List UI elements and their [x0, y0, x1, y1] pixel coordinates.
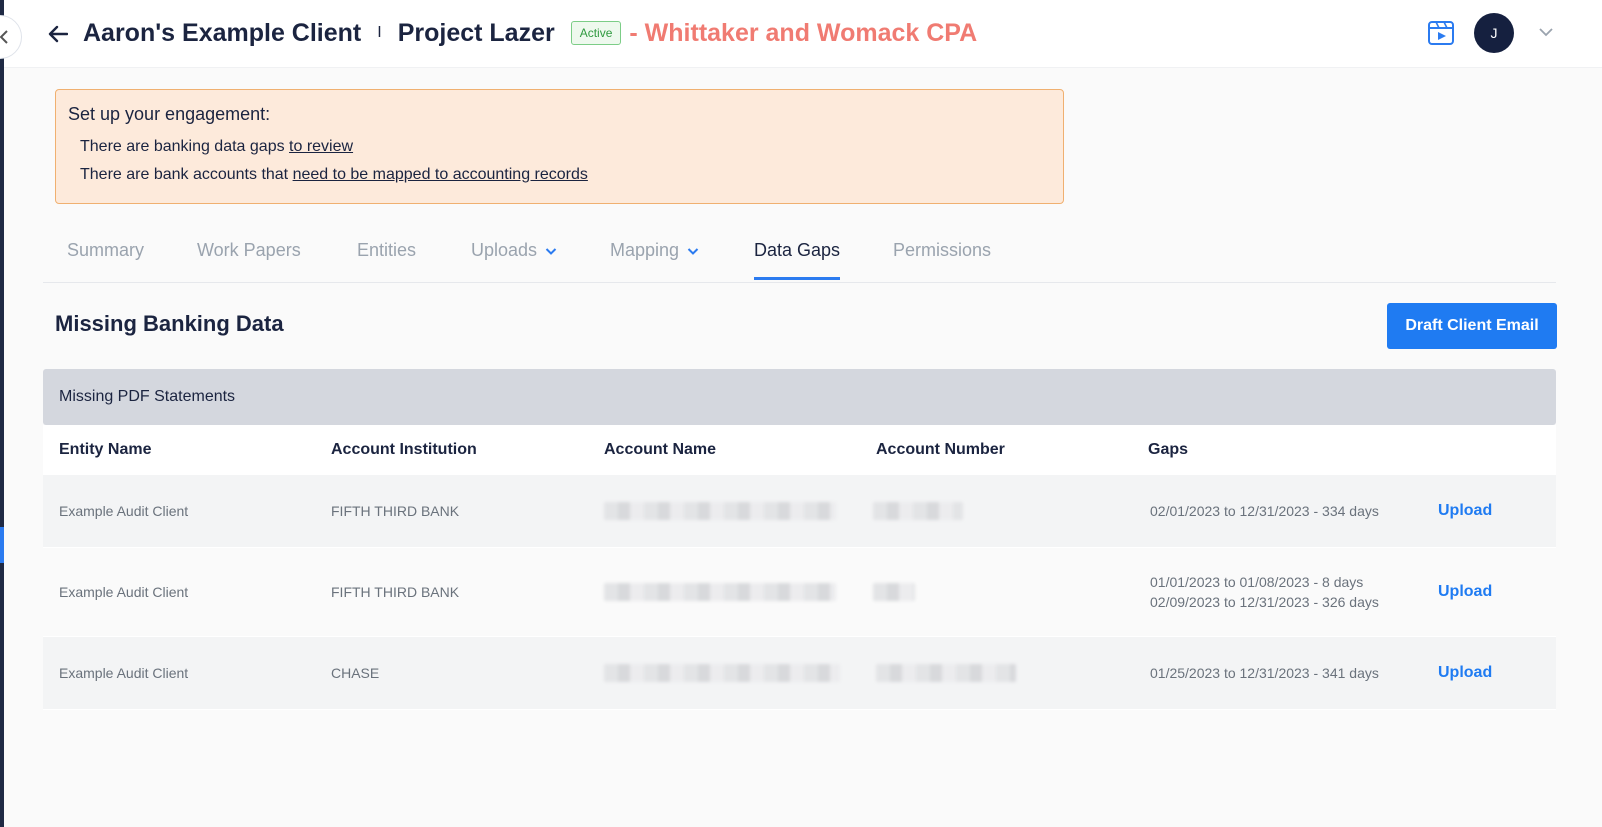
tab-bar: Summary Work Papers Entities Uploads Map…: [43, 228, 1556, 283]
setup-alert-line-data-gaps: There are banking data gaps to review: [80, 133, 1051, 161]
tab-uploads[interactable]: Uploads: [471, 240, 557, 277]
account-name-redacted: [604, 583, 836, 601]
institution-cell: CHASE: [331, 665, 380, 681]
account-number-redacted: [876, 664, 1016, 682]
tab-label: Mapping: [610, 240, 680, 260]
setup-alert-title: Set up your engagement:: [68, 104, 271, 124]
tab-label: Work Papers: [197, 240, 301, 260]
video-icon: [1428, 21, 1454, 45]
draft-client-email-button[interactable]: Draft Client Email: [1387, 303, 1557, 349]
column-header-account-name: Account Name: [604, 441, 717, 458]
upload-link[interactable]: Upload: [1438, 664, 1492, 682]
tab-label: Entities: [357, 240, 417, 260]
setup-line-text: There are banking data gaps: [80, 138, 290, 155]
left-rail: [0, 0, 4, 827]
status-badge: Active: [570, 21, 622, 45]
title-separator: I: [377, 24, 382, 41]
institution-cell: FIFTH THIRD BANK: [331, 584, 460, 600]
top-bar: Aaron's Example Client I Project Lazer A…: [4, 0, 1602, 68]
column-header-account-institution: Account Institution: [331, 441, 477, 458]
account-name-redacted: [604, 664, 840, 682]
account-number-redacted: [873, 583, 915, 601]
tab-mapping[interactable]: Mapping: [610, 240, 699, 277]
setup-line-text: There are bank accounts that: [80, 166, 293, 183]
tab-summary[interactable]: Summary: [67, 240, 144, 277]
account-number-redacted: [873, 502, 963, 520]
client-name: Aaron's Example Client: [83, 18, 362, 47]
tab-label: Uploads: [471, 240, 538, 260]
upload-link[interactable]: Upload: [1438, 502, 1492, 520]
column-header-account-number: Account Number: [876, 441, 1005, 458]
firm-name: - Whittaker and Womack CPA: [629, 18, 978, 47]
review-data-gaps-link[interactable]: to review: [289, 138, 353, 155]
entity-name-cell: Example Audit Client: [59, 503, 189, 519]
video-tutorial-button[interactable]: [1427, 19, 1455, 47]
gap-range: 01/01/2023 to 01/08/2023 - 8 days: [1150, 574, 1364, 590]
chevron-down-icon: [545, 247, 557, 255]
back-button[interactable]: [44, 20, 72, 48]
institution-cell: FIFTH THIRD BANK: [331, 503, 460, 519]
gap-range: 02/01/2023 to 12/31/2023 - 334 days: [1150, 503, 1379, 519]
chevron-left-icon: [0, 30, 8, 44]
map-accounts-link[interactable]: need to be mapped to accounting records: [293, 166, 588, 183]
gaps-cell: 01/01/2023 to 01/08/2023 - 8 days 02/09/…: [1150, 572, 1390, 612]
arrow-left-icon: [48, 25, 68, 43]
project-name: Project Lazer: [397, 18, 555, 47]
tab-label: Data Gaps: [754, 240, 841, 260]
entity-name-cell: Example Audit Client: [59, 665, 189, 681]
avatar[interactable]: J: [1474, 13, 1514, 53]
section-title: Missing Banking Data: [55, 311, 284, 336]
user-menu-toggle[interactable]: [1538, 24, 1554, 40]
table-row: Example Audit Client FIFTH THIRD BANK 01…: [43, 548, 1556, 637]
entity-name-cell: Example Audit Client: [59, 584, 189, 600]
chevron-down-icon: [687, 247, 699, 255]
tab-permissions[interactable]: Permissions: [893, 240, 991, 277]
setup-alert-line-mapping: There are bank accounts that need to be …: [80, 161, 1051, 189]
table-row: Example Audit Client CHASE 01/25/2023 to…: [43, 637, 1556, 710]
gaps-cell: 01/25/2023 to 12/31/2023 - 341 days: [1150, 663, 1390, 683]
tab-work-papers[interactable]: Work Papers: [197, 240, 301, 277]
tab-entities[interactable]: Entities: [357, 240, 416, 277]
account-name-redacted: [604, 502, 836, 520]
setup-engagement-alert: Set up your engagement: There are bankin…: [55, 89, 1064, 204]
tab-data-gaps[interactable]: Data Gaps: [754, 240, 841, 280]
column-header-entity-name: Entity Name: [59, 441, 152, 458]
table-group-header: Missing PDF Statements: [43, 369, 1556, 425]
column-header-gaps: Gaps: [1148, 441, 1189, 458]
gaps-cell: 02/01/2023 to 12/31/2023 - 334 days: [1150, 501, 1390, 521]
tab-label: Permissions: [893, 240, 992, 260]
page-title-row: Aaron's Example Client I Project Lazer A…: [83, 16, 977, 50]
gap-range: 01/25/2023 to 12/31/2023 - 341 days: [1150, 665, 1379, 681]
tab-label: Summary: [67, 240, 145, 260]
chevron-down-icon: [1539, 28, 1553, 37]
missing-data-table: Missing PDF Statements Entity Name Accou…: [43, 369, 1556, 710]
upload-link[interactable]: Upload: [1438, 583, 1492, 601]
gap-range: 02/09/2023 to 12/31/2023 - 326 days: [1150, 594, 1379, 610]
table-row: Example Audit Client FIFTH THIRD BANK 02…: [43, 475, 1556, 548]
left-rail-active-indicator: [0, 527, 4, 563]
table-header-row: Entity Name Account Institution Account …: [43, 425, 1556, 475]
